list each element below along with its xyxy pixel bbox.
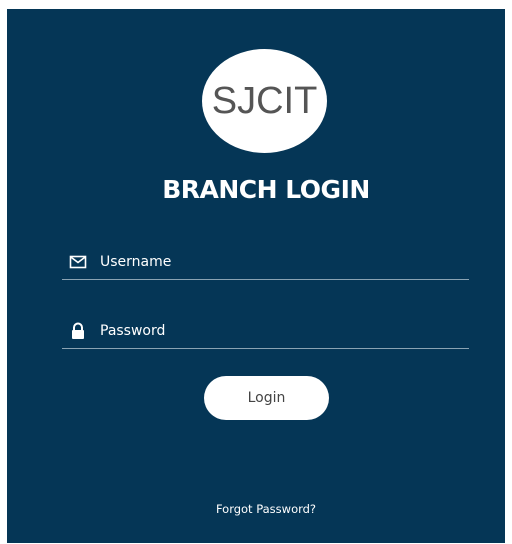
- login-panel: SJCIT BRANCH LOGIN Login Forgot Password…: [7, 9, 505, 543]
- username-field-group: [62, 249, 469, 280]
- forgot-password-link[interactable]: Forgot Password?: [7, 503, 512, 516]
- logo-text: SJCIT: [211, 80, 318, 122]
- password-input[interactable]: [100, 318, 460, 344]
- username-input[interactable]: [100, 249, 460, 275]
- lock-icon: [72, 322, 84, 339]
- page-title: BRANCH LOGIN: [162, 175, 370, 204]
- login-button[interactable]: Login: [204, 376, 329, 420]
- envelope-icon: [69, 255, 87, 269]
- password-field-group: [62, 318, 469, 349]
- logo: SJCIT: [202, 49, 327, 153]
